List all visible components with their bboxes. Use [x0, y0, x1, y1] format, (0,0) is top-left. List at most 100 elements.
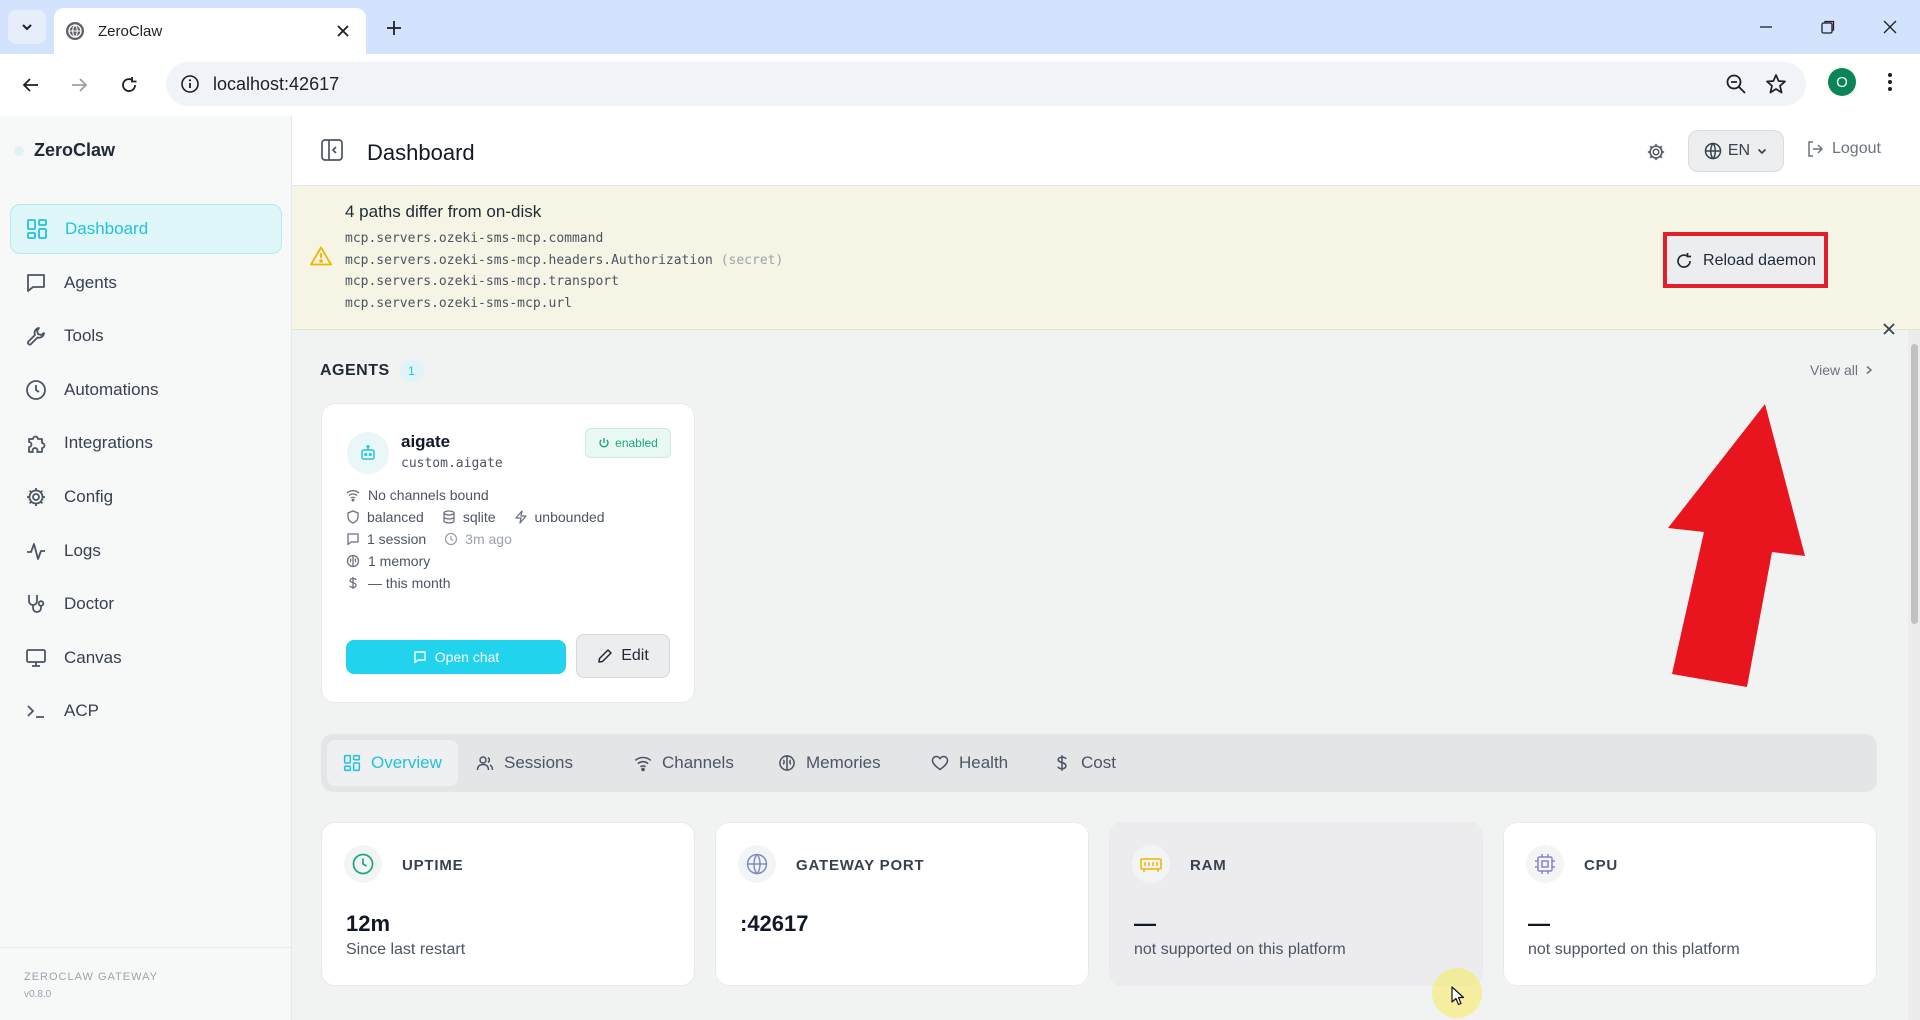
sidebar-item-automations[interactable]: Automations — [10, 365, 282, 415]
status-badge[interactable]: enabled — [585, 428, 671, 458]
browser-tab[interactable]: ZeroClaw — [54, 8, 366, 54]
mouse-cursor-icon — [1451, 986, 1465, 1006]
sidebar: ZeroClaw Dashboard Agents Tools Automati… — [0, 116, 292, 1020]
globe-icon — [738, 845, 776, 883]
stat-subtitle: not supported on this platform — [1528, 941, 1740, 958]
reload-page-button[interactable] — [112, 68, 146, 102]
chat-icon — [413, 650, 427, 664]
tab-cost[interactable]: Cost — [1037, 740, 1132, 786]
tab-memories[interactable]: Memories — [762, 740, 897, 786]
cpu-icon — [1526, 845, 1564, 883]
open-chat-button[interactable]: Open chat — [346, 640, 566, 674]
back-button[interactable] — [14, 68, 48, 102]
tab-channels[interactable]: Channels — [618, 740, 750, 786]
sidebar-item-config[interactable]: Config — [10, 472, 282, 522]
settings-gear-icon[interactable] — [1644, 140, 1668, 164]
tab-title: ZeroClaw — [98, 22, 163, 40]
banner-title: 4 paths differ from on-disk — [345, 202, 542, 221]
stat-subtitle: not supported on this platform — [1134, 941, 1346, 958]
new-tab-button[interactable] — [380, 14, 408, 42]
brand-name: ZeroClaw — [34, 140, 116, 160]
terminal-icon — [24, 699, 48, 723]
sidebar-item-logs[interactable]: Logs — [10, 526, 282, 576]
stat-value: — — [1528, 911, 1550, 936]
tab-overview[interactable]: Overview — [327, 740, 458, 786]
stat-label: RAM — [1190, 857, 1227, 874]
top-bar: Dashboard EN Logout — [292, 116, 1920, 186]
users-icon — [476, 754, 494, 772]
tab-sessions[interactable]: Sessions — [460, 740, 589, 786]
sidebar-item-dashboard[interactable]: Dashboard — [10, 204, 282, 254]
logout-icon — [1806, 140, 1824, 158]
monitor-icon — [24, 646, 48, 670]
language-code: EN — [1727, 142, 1751, 159]
browser-menu-icon[interactable] — [1876, 68, 1904, 96]
edit-label: Edit — [621, 647, 649, 664]
annotation-arrow-icon — [1668, 404, 1805, 687]
sidebar-item-label: Agents — [64, 272, 117, 292]
sidebar-item-agents[interactable]: Agents — [10, 258, 282, 308]
tab-health[interactable]: Health — [915, 740, 1024, 786]
agent-config-row: balanced sqlite unbounded — [346, 509, 615, 525]
stat-label: GATEWAY PORT — [796, 857, 925, 874]
zoom-icon[interactable] — [1724, 72, 1748, 96]
stat-card-uptime: UPTIME 12m Since last restart — [321, 822, 695, 986]
stat-value: :42617 — [740, 911, 809, 936]
wrench-icon — [24, 324, 48, 348]
sidebar-item-canvas[interactable]: Canvas — [10, 633, 282, 683]
edit-agent-button[interactable]: Edit — [576, 634, 670, 678]
tab-search-button[interactable] — [8, 10, 46, 44]
sidebar-item-acp[interactable]: ACP — [10, 686, 282, 736]
section-title: AGENTS — [320, 362, 390, 379]
main-scrollbar[interactable] — [1908, 330, 1920, 1020]
clock-icon — [344, 845, 382, 883]
path-item: mcp.servers.ozeki-sms-mcp.headers.Author… — [345, 252, 784, 268]
close-window-button[interactable] — [1870, 10, 1910, 44]
site-info-icon[interactable] — [180, 74, 200, 94]
forward-button[interactable] — [62, 68, 96, 102]
power-icon — [598, 437, 610, 449]
brain-icon — [346, 554, 360, 568]
profile-avatar[interactable]: O — [1828, 68, 1856, 96]
shield-icon — [346, 510, 360, 524]
agent-channels: No channels bound — [346, 487, 489, 503]
restore-window-button[interactable] — [1808, 10, 1848, 44]
sidebar-item-tools[interactable]: Tools — [10, 311, 282, 361]
path-item: mcp.servers.ozeki-sms-mcp.url — [345, 295, 572, 311]
browser-toolbar: localhost:42617 O — [0, 54, 1920, 116]
language-selector[interactable]: EN — [1688, 130, 1784, 172]
sidebar-footer: ZEROCLAW GATEWAY v0.8.0 — [24, 971, 158, 1000]
sidebar-item-label: Dashboard — [65, 219, 149, 238]
agent-card: aigate custom.aigate enabled No channels… — [321, 403, 695, 703]
brand[interactable]: ZeroClaw — [14, 140, 115, 161]
globe-icon — [1704, 142, 1722, 160]
minimize-window-button[interactable] — [1746, 10, 1786, 44]
view-all-link[interactable]: View all — [1810, 362, 1874, 378]
database-icon — [442, 510, 456, 524]
status-label: enabled — [615, 436, 658, 450]
activity-icon — [24, 539, 48, 563]
scrollbar-thumb[interactable] — [1911, 344, 1918, 624]
logout-button[interactable]: Logout — [1806, 140, 1881, 158]
url-text[interactable]: localhost:42617 — [213, 74, 339, 95]
close-tab-icon[interactable] — [332, 20, 354, 42]
chevron-down-icon — [1756, 145, 1768, 157]
sidebar-divider — [0, 947, 292, 948]
sidebar-item-integrations[interactable]: Integrations — [10, 418, 282, 468]
puzzle-icon — [24, 431, 48, 455]
pencil-icon — [597, 648, 613, 664]
gear-icon — [24, 485, 48, 509]
sidebar-item-label: Logs — [64, 540, 101, 560]
collapse-sidebar-icon[interactable] — [320, 138, 346, 164]
brain-icon — [778, 754, 796, 772]
sidebar-item-doctor[interactable]: Doctor — [10, 579, 282, 629]
sidebar-item-label: Tools — [64, 326, 104, 346]
close-banner-icon[interactable] — [1880, 320, 1900, 340]
sidebar-item-label: ACP — [64, 701, 99, 721]
clock-icon — [24, 378, 48, 402]
stat-value: — — [1134, 911, 1156, 936]
address-bar[interactable]: localhost:42617 — [166, 62, 1806, 106]
bookmark-star-icon[interactable] — [1764, 72, 1788, 96]
path-item: mcp.servers.ozeki-sms-mcp.command — [345, 231, 604, 246]
browser-tab-strip: ZeroClaw — [0, 0, 1920, 54]
